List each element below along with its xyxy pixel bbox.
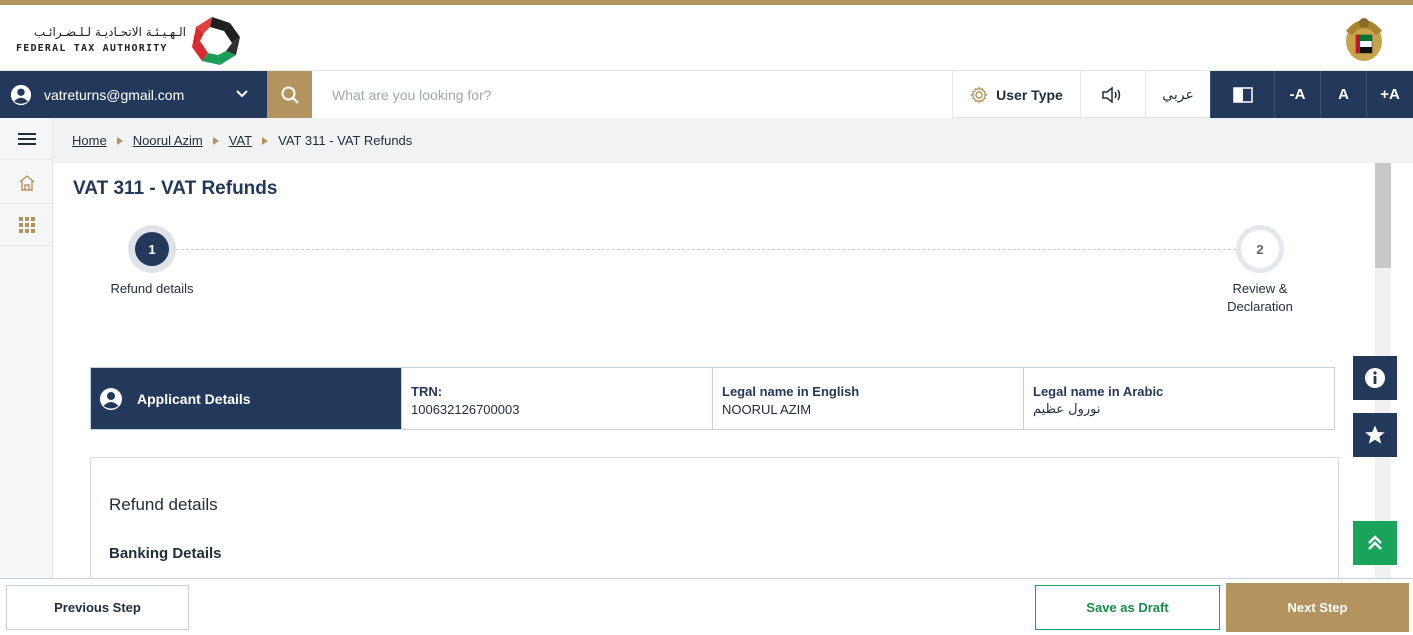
font-increase-button[interactable]: +A xyxy=(1366,71,1413,118)
contrast-icon xyxy=(1232,86,1253,103)
apps-grid-button[interactable] xyxy=(0,204,53,246)
fta-logo-mark-icon xyxy=(192,17,240,65)
left-rail xyxy=(0,118,53,578)
breadcrumb-separator-icon xyxy=(262,136,269,145)
breadcrumb-separator-icon xyxy=(212,136,219,145)
user-account-dropdown[interactable]: vatreturns@gmail.com xyxy=(0,71,267,118)
scrollbar-thumb[interactable] xyxy=(1375,163,1391,268)
font-decrease-button[interactable]: -A xyxy=(1274,71,1320,118)
home-icon xyxy=(19,174,34,191)
previous-step-button[interactable]: Previous Step xyxy=(6,585,189,630)
hamburger-icon xyxy=(17,132,36,145)
fta-logo[interactable]: الـهـيـئـة الاتحـاديـة لـلـضـرائـب FEDER… xyxy=(16,13,256,65)
trn-label: TRN: xyxy=(411,384,443,399)
breadcrumb-profile[interactable]: Noorul Azim xyxy=(133,133,203,148)
info-icon xyxy=(1365,368,1385,388)
user-type-button[interactable]: User Type xyxy=(952,71,1080,118)
chevron-down-icon xyxy=(236,90,248,98)
legal-name-english-label: Legal name in English xyxy=(722,384,860,399)
trn-value: 100632126700003 xyxy=(411,402,520,417)
step-1-number: 1 xyxy=(135,232,169,266)
font-normal-button[interactable]: A xyxy=(1320,71,1366,118)
search-input[interactable] xyxy=(312,71,952,118)
star-icon xyxy=(1365,425,1385,444)
breadcrumb-vat[interactable]: VAT xyxy=(229,133,252,148)
search-icon xyxy=(281,86,299,104)
page-title: VAT 311 - VAT Refunds xyxy=(73,178,278,199)
double-chevron-up-icon xyxy=(1368,535,1382,550)
info-button[interactable] xyxy=(1353,356,1397,400)
stepper-connector xyxy=(176,249,1236,250)
site-header: الـهـيـئـة الاتحـاديـة لـلـضـرائـب FEDER… xyxy=(0,5,1413,71)
user-type-label: User Type xyxy=(996,86,1063,103)
trn-cell: TRN: 100632126700003 xyxy=(401,368,712,429)
scroll-to-top-button[interactable] xyxy=(1353,521,1397,565)
contrast-toggle[interactable] xyxy=(1210,71,1274,118)
banking-details-title: Banking Details xyxy=(109,545,222,562)
speaker-icon xyxy=(1102,85,1121,104)
legal-name-arabic-cell: Legal name in Arabic نورول عظيم xyxy=(1023,368,1334,429)
legal-name-arabic-value: نورول عظيم xyxy=(1033,402,1101,417)
breadcrumb: Home Noorul Azim VAT VAT 311 - VAT Refun… xyxy=(53,118,1413,163)
screen-reader-button[interactable] xyxy=(1080,71,1145,118)
logo-arabic-text: الـهـيـئـة الاتحـاديـة لـلـضـرائـب xyxy=(33,25,186,39)
favorite-button[interactable] xyxy=(1353,413,1397,457)
user-avatar-icon xyxy=(10,84,32,105)
step-2-number: 2 xyxy=(1241,230,1279,268)
utility-toolbar: vatreturns@gmail.com User Type عربي -A A xyxy=(0,71,1413,118)
refund-details-card: Refund details Banking Details xyxy=(90,457,1339,597)
legal-name-arabic-label: Legal name in Arabic xyxy=(1033,384,1164,399)
next-step-button[interactable]: Next Step xyxy=(1226,583,1409,632)
breadcrumb-separator-icon xyxy=(116,136,123,145)
applicant-details-title: Applicant Details xyxy=(137,390,251,407)
legal-name-english-value: NOORUL AZIM xyxy=(722,402,812,417)
home-button[interactable] xyxy=(0,162,53,204)
form-footer: Previous Step Save as Draft Next Step xyxy=(0,578,1413,635)
logo-english-text: FEDERAL TAX AUTHORITY xyxy=(16,43,168,54)
applicant-details-panel: Applicant Details TRN: 100632126700003 L… xyxy=(90,367,1335,430)
hamburger-menu-button[interactable] xyxy=(0,118,53,160)
refund-details-title: Refund details xyxy=(109,495,218,514)
grid-icon xyxy=(18,216,35,233)
step-2-indicator[interactable]: 2 xyxy=(1236,225,1284,273)
legal-name-english-cell: Legal name in English NOORUL AZIM xyxy=(712,368,1023,429)
uae-emblem-icon xyxy=(1346,18,1382,61)
step-1-indicator[interactable]: 1 xyxy=(128,225,176,273)
step-1-label: Refund details xyxy=(110,281,194,296)
breadcrumb-home[interactable]: Home xyxy=(72,133,107,148)
gear-icon xyxy=(970,85,988,104)
breadcrumb-current: VAT 311 - VAT Refunds xyxy=(278,133,413,148)
applicant-details-header: Applicant Details xyxy=(91,368,401,429)
save-as-draft-button[interactable]: Save as Draft xyxy=(1035,585,1220,630)
language-toggle[interactable]: عربي xyxy=(1145,71,1210,118)
user-email: vatreturns@gmail.com xyxy=(44,86,185,103)
search-button[interactable] xyxy=(267,71,312,118)
user-avatar-icon xyxy=(100,387,122,410)
step-2-label: Review & Declaration xyxy=(1227,281,1293,314)
